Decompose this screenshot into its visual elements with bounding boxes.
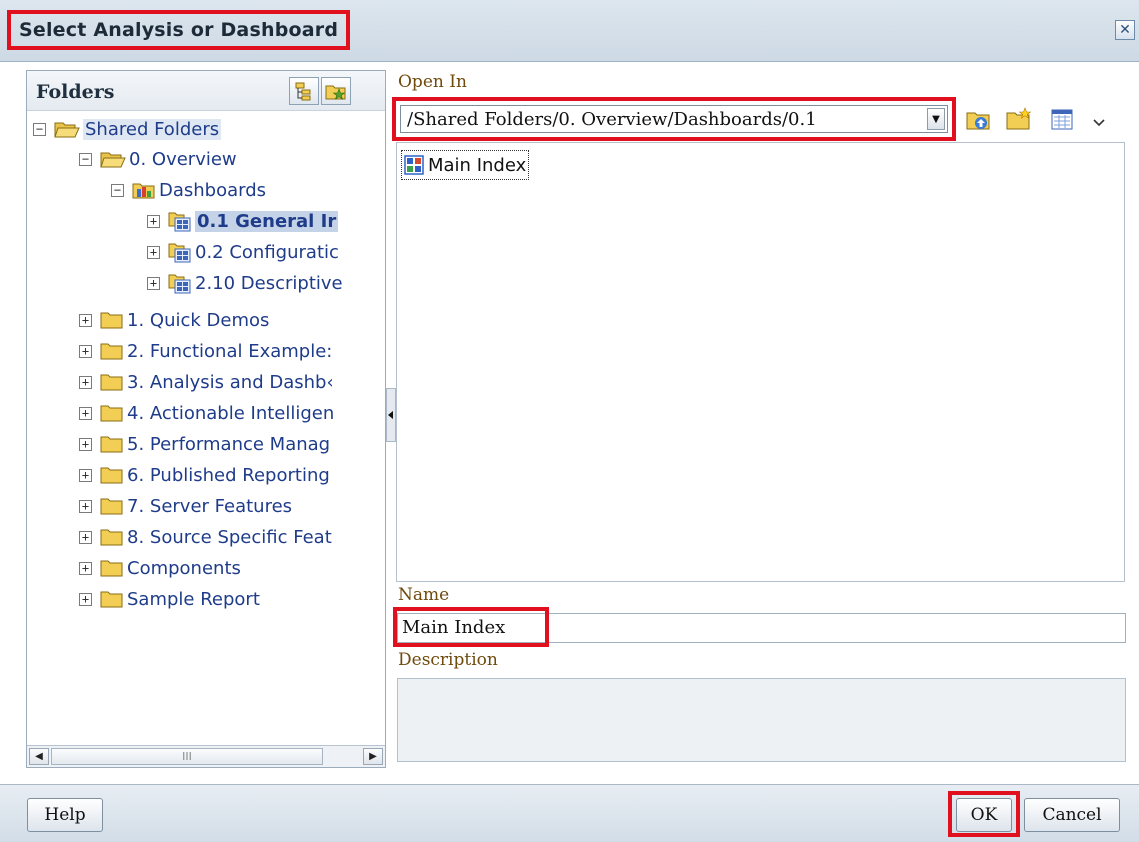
tree-item-label: 1. Quick Demos [127, 309, 270, 331]
expand-icon[interactable]: + [79, 530, 92, 544]
expand-icon[interactable]: + [147, 276, 160, 290]
open-in-path: /Shared Folders/0. Overview/Dashboards/0… [407, 108, 817, 130]
expand-icon[interactable]: + [79, 561, 92, 575]
folder-icon [100, 343, 123, 360]
tree-item-quick-demos[interactable]: + 1. Quick Demos [79, 305, 269, 335]
expand-icon[interactable]: + [79, 592, 92, 606]
expand-icon[interactable]: + [79, 437, 92, 451]
dashboard-page-icon [168, 243, 191, 263]
scroll-right-icon[interactable]: ▶ [363, 748, 383, 765]
scroll-thumb[interactable]: III [51, 748, 323, 765]
folders-panel: Folders − Shared Folders − 0. Overview −… [26, 70, 386, 768]
collapse-icon[interactable]: − [33, 122, 46, 136]
folder-up-icon[interactable] [966, 107, 992, 133]
folder-icon [100, 374, 123, 391]
tree-item-descriptive[interactable]: + 2.10 Descriptive [147, 268, 343, 298]
expand-icon[interactable]: + [79, 406, 92, 420]
collapse-icon[interactable]: − [79, 152, 92, 166]
folders-title: Folders [36, 81, 115, 103]
tree-item-server-features[interactable]: + 7. Server Features [79, 491, 292, 521]
new-folder-icon[interactable] [1006, 107, 1032, 133]
tree-item-sample-report[interactable]: + Sample Report [79, 584, 260, 614]
folder-icon [100, 529, 123, 546]
expand-icon[interactable]: + [79, 375, 92, 389]
expand-icon[interactable]: + [79, 468, 92, 482]
favorites-folder-icon[interactable] [321, 77, 351, 105]
description-label: Description [398, 650, 498, 670]
tree-item-shared-folders[interactable]: − Shared Folders [33, 114, 222, 144]
dialog-title: Select Analysis or Dashboard [7, 10, 351, 50]
ok-highlight [948, 791, 1020, 837]
tree-item-performance-management[interactable]: + 5. Performance Manag [79, 429, 330, 459]
folder-icon [100, 498, 123, 515]
expand-icon[interactable]: + [79, 344, 92, 358]
tree-item-label: 0. Overview [129, 148, 237, 170]
folder-icon [100, 405, 123, 422]
chevron-down-icon[interactable] [1092, 118, 1106, 128]
dashboard-page-icon [168, 274, 191, 294]
name-label: Name [398, 585, 450, 605]
open-in-highlight: /Shared Folders/0. Overview/Dashboards/0… [392, 97, 956, 141]
open-folder-icon [54, 122, 80, 138]
folder-tree: − Shared Folders − 0. Overview − Dashboa… [27, 113, 385, 723]
folder-icon [100, 591, 123, 608]
collapse-panel-icon[interactable] [387, 389, 395, 441]
tree-item-analysis-dashboards[interactable]: + 3. Analysis and Dashb‹ [79, 367, 334, 397]
tree-item-label: 3. Analysis and Dashb‹ [127, 371, 334, 393]
help-button[interactable]: Help [27, 798, 103, 832]
tree-item-components[interactable]: + Components [79, 553, 241, 583]
tree-item-label: 2.10 Descriptive [195, 272, 343, 294]
expand-icon[interactable]: + [79, 499, 92, 513]
tree-item-label: Sample Report [127, 588, 260, 610]
tree-item-label: 6. Published Reporting [127, 464, 330, 486]
tree-item-label: 0.2 Configuratic [195, 241, 339, 263]
folder-icon [100, 436, 123, 453]
horizontal-scrollbar[interactable]: ◀ III ▶ [27, 745, 385, 767]
folder-icon [100, 467, 123, 484]
dashboard-grid-icon [404, 155, 424, 175]
close-icon[interactable]: ✕ [1115, 20, 1135, 40]
open-in-dropdown[interactable]: /Shared Folders/0. Overview/Dashboards/0… [400, 105, 948, 133]
tree-item-label: 7. Server Features [127, 495, 293, 517]
panel-splitter[interactable] [386, 388, 396, 442]
folder-tree-icon[interactable] [289, 77, 319, 105]
dialog-titlebar: Select Analysis or Dashboard ✕ [0, 0, 1139, 62]
cancel-button[interactable]: Cancel [1024, 798, 1120, 832]
tree-item-source-specific-features[interactable]: + 8. Source Specific Feat [79, 522, 332, 552]
tree-item-label: Dashboards [159, 179, 267, 201]
scroll-left-icon[interactable]: ◀ [29, 748, 49, 765]
collapse-icon[interactable]: − [111, 183, 124, 197]
tree-item-configuration[interactable]: + 0.2 Configuratic [147, 237, 339, 267]
expand-icon[interactable]: + [79, 313, 92, 327]
tree-item-actionable-intelligence[interactable]: + 4. Actionable Intelligen [79, 398, 334, 428]
dashboard-page-icon [168, 212, 191, 232]
open-folder-icon [100, 152, 126, 168]
tree-item-label: 0.1 General Ir [195, 210, 339, 232]
list-item[interactable]: Main Index [401, 150, 530, 180]
name-highlight [393, 607, 549, 647]
tree-item-label: Components [127, 557, 241, 579]
tree-item-dashboards[interactable]: − Dashboards [111, 175, 266, 205]
expand-icon[interactable]: + [147, 245, 160, 259]
tree-item-label: 2. Functional Example: [127, 340, 333, 362]
tree-item-label: Shared Folders [83, 118, 222, 140]
tree-item-label: 8. Source Specific Feat [127, 526, 332, 548]
description-field[interactable] [397, 678, 1126, 762]
dashboard-folder-icon [132, 183, 155, 199]
tree-item-published-reporting[interactable]: + 6. Published Reporting [79, 460, 330, 490]
file-list: Main Index [396, 142, 1125, 582]
dropdown-arrow-icon[interactable]: ▼ [927, 108, 945, 130]
file-label: Main Index [428, 154, 527, 176]
folder-icon [100, 312, 123, 329]
folder-icon [100, 560, 123, 577]
tree-item-label: 4. Actionable Intelligen [127, 402, 335, 424]
view-options-icon[interactable] [1050, 107, 1076, 133]
tree-item-general-index[interactable]: + 0.1 General Ir [147, 206, 339, 236]
tree-item-label: 5. Performance Manag [127, 433, 331, 455]
tree-item-functional-examples[interactable]: + 2. Functional Example: [79, 336, 332, 366]
folders-header: Folders [27, 71, 385, 111]
tree-item-overview[interactable]: − 0. Overview [79, 144, 237, 174]
expand-icon[interactable]: + [147, 214, 160, 228]
open-in-label: Open In [398, 72, 467, 92]
